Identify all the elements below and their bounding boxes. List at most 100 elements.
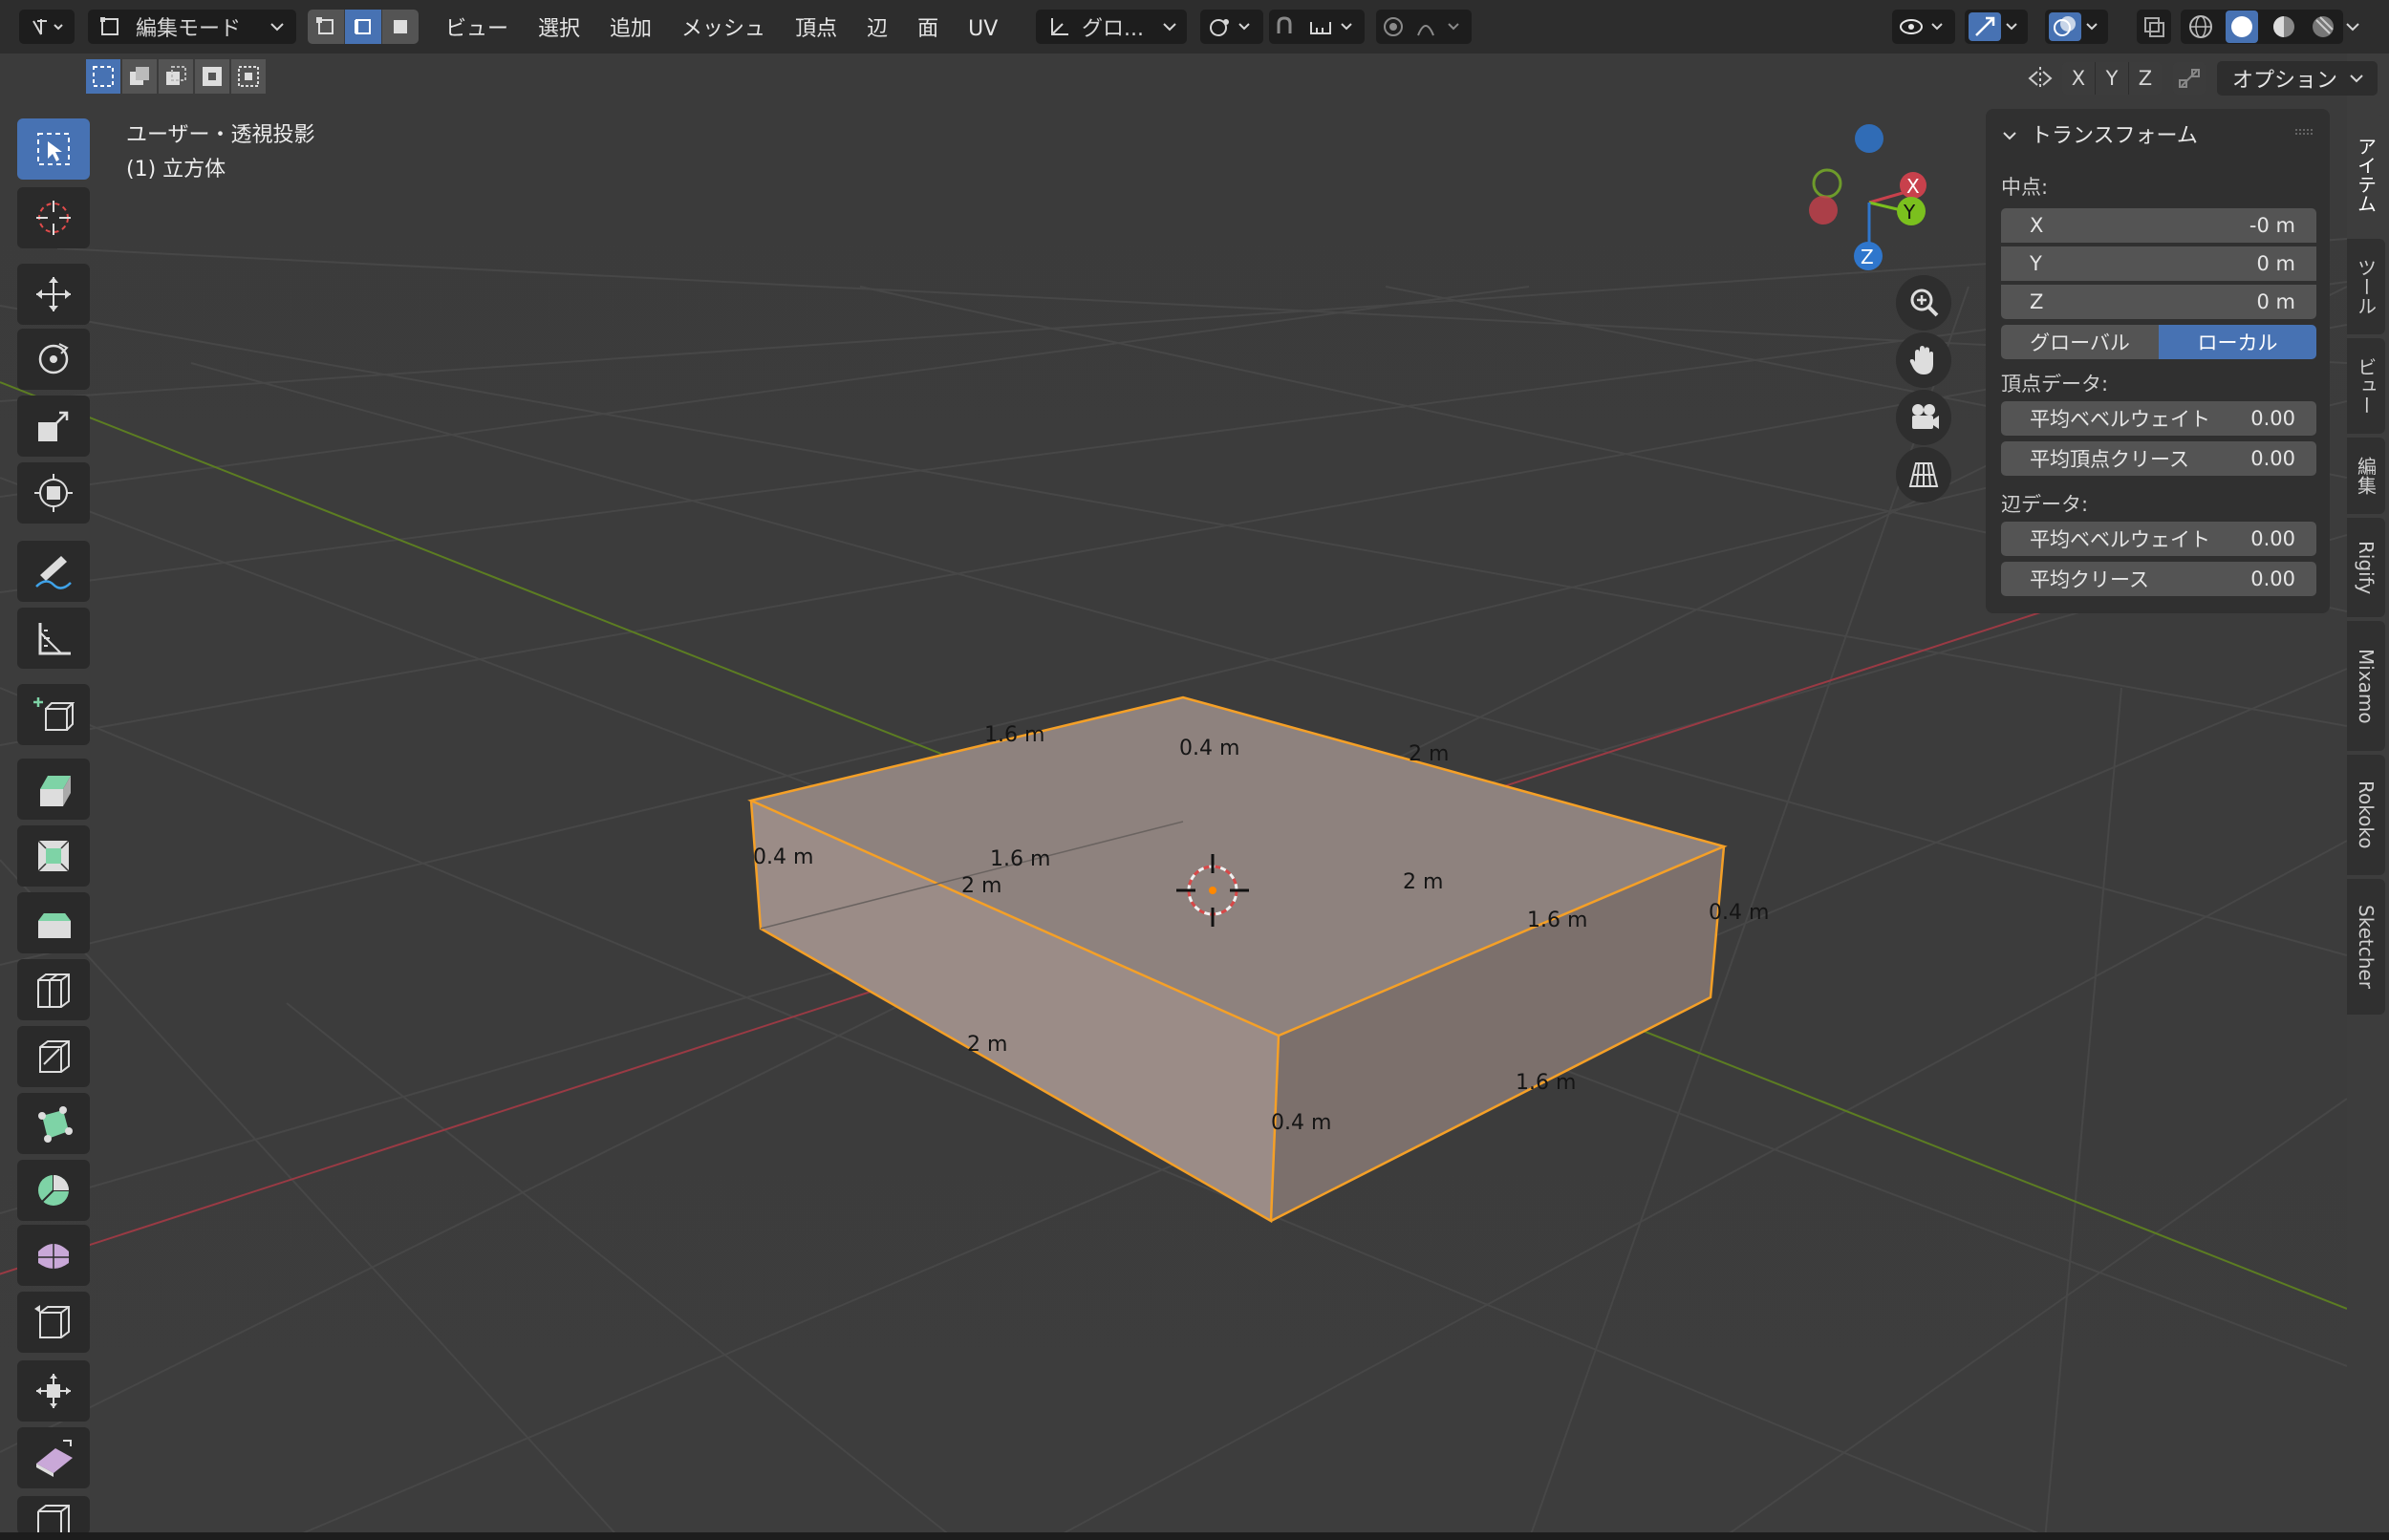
face-select-button[interactable] bbox=[382, 10, 419, 44]
menu-uv[interactable]: UV bbox=[968, 17, 998, 41]
bevel-tool[interactable] bbox=[17, 892, 90, 953]
snap-group[interactable] bbox=[1269, 10, 1365, 44]
scale-tool[interactable] bbox=[17, 396, 90, 457]
edge-select-button[interactable] bbox=[345, 10, 382, 44]
edge-slide-tool[interactable] bbox=[17, 1292, 90, 1353]
smooth-tool[interactable] bbox=[17, 1225, 90, 1286]
xray-toggle[interactable] bbox=[2137, 10, 2171, 44]
rip-tool[interactable] bbox=[17, 1496, 90, 1534]
edge-crease-field[interactable]: 平均クリース 0.00 bbox=[2001, 562, 2316, 596]
editor-type-icon bbox=[32, 19, 63, 35]
transform-panel-header[interactable]: トランスフォーム bbox=[2001, 118, 2198, 149]
status-strip bbox=[0, 1532, 2389, 1540]
transform-tool[interactable] bbox=[17, 462, 90, 524]
select-extend-button[interactable] bbox=[122, 59, 157, 94]
rendered-shading-icon[interactable] bbox=[2309, 12, 2337, 41]
menu-view[interactable]: ビュー bbox=[445, 17, 508, 41]
rotate-tool[interactable] bbox=[17, 329, 90, 390]
options-label: オプション bbox=[2232, 69, 2338, 93]
gizmo-neg-z[interactable] bbox=[1855, 124, 1883, 153]
vertex-select-icon bbox=[316, 17, 334, 34]
measure-tool[interactable] bbox=[17, 608, 90, 669]
editor-type-button[interactable] bbox=[19, 10, 75, 44]
menu-select[interactable]: 選択 bbox=[538, 17, 580, 41]
loop-cut-tool[interactable] bbox=[17, 959, 90, 1020]
proportional-edit-group[interactable] bbox=[1376, 10, 1472, 44]
add-cube-tool[interactable] bbox=[17, 684, 90, 745]
annotate-tool[interactable] bbox=[17, 541, 90, 602]
gizmo-neg-x[interactable] bbox=[1809, 196, 1838, 225]
box-select-mode-group bbox=[86, 59, 268, 94]
local-button[interactable]: ローカル bbox=[2159, 325, 2316, 359]
vertex-bevel-weight-field[interactable]: 平均ベベルウェイト 0.00 bbox=[2001, 401, 2316, 436]
select-subtract-button[interactable] bbox=[159, 59, 193, 94]
shrink-fatten-tool[interactable] bbox=[17, 1360, 90, 1422]
mirror-icon bbox=[2028, 67, 2053, 90]
chevron-down-icon bbox=[1163, 23, 1176, 32]
bevel-icon bbox=[38, 913, 71, 938]
edge-length-label: 2 m bbox=[1403, 870, 1443, 894]
pivot-point-dropdown[interactable] bbox=[1200, 10, 1263, 44]
menu-vertex[interactable]: 頂点 bbox=[795, 17, 837, 41]
tab-rokoko[interactable]: Rokoko bbox=[2347, 755, 2385, 875]
tab-item[interactable]: アイテム bbox=[2347, 115, 2385, 235]
gizmo-y-label: Y bbox=[1903, 201, 1916, 224]
wireframe-shading-icon[interactable] bbox=[2186, 12, 2215, 41]
tab-edit[interactable]: 編集 bbox=[2347, 438, 2385, 514]
mirror-z-toggle[interactable]: Z bbox=[2128, 62, 2162, 95]
tab-rigify[interactable]: Rigify bbox=[2347, 518, 2385, 617]
edge-length-label: 1.6 m bbox=[1516, 1071, 1576, 1095]
move-tool[interactable] bbox=[17, 264, 90, 325]
gizmo-toggle[interactable] bbox=[1965, 10, 2028, 44]
chevron-down-icon[interactable] bbox=[2343, 17, 2362, 36]
mirror-x-toggle[interactable]: X bbox=[2062, 62, 2095, 95]
select-new-button[interactable] bbox=[86, 59, 120, 94]
select-intersect-button[interactable] bbox=[231, 59, 266, 94]
tab-view[interactable]: ビュー bbox=[2347, 338, 2385, 434]
overlay-toggle[interactable] bbox=[2045, 10, 2108, 44]
median-z-field[interactable]: Z 0 m bbox=[2001, 285, 2316, 319]
menu-face[interactable]: 面 bbox=[917, 17, 938, 41]
menu-mesh[interactable]: メッシュ bbox=[681, 17, 765, 41]
topology-mirror-toggle[interactable] bbox=[2173, 62, 2206, 95]
median-z-label: Z bbox=[2030, 290, 2044, 313]
mirror-y-toggle[interactable]: Y bbox=[2095, 62, 2128, 95]
view-name: ユーザー・透視投影 bbox=[126, 123, 315, 147]
inset-tool[interactable] bbox=[17, 825, 90, 887]
vertex-select-button[interactable] bbox=[308, 10, 345, 44]
median-label: 中点: bbox=[2001, 176, 2049, 199]
shear-tool[interactable] bbox=[17, 1427, 90, 1488]
menu-add[interactable]: 追加 bbox=[610, 17, 652, 41]
transform-orientation-dropdown[interactable]: グロ... bbox=[1036, 10, 1187, 44]
global-button[interactable]: グローバル bbox=[2001, 325, 2159, 359]
vertex-crease-field[interactable]: 平均頂点クリース 0.00 bbox=[2001, 441, 2316, 476]
tab-mixamo[interactable]: Mixamo bbox=[2347, 621, 2385, 751]
poly-build-tool[interactable] bbox=[17, 1093, 90, 1154]
spin-tool[interactable] bbox=[17, 1160, 90, 1221]
pan-button[interactable] bbox=[1896, 332, 1951, 388]
select-box-tool[interactable] bbox=[17, 118, 90, 180]
camera-view-button[interactable] bbox=[1896, 390, 1951, 445]
knife-tool[interactable] bbox=[17, 1026, 90, 1087]
tab-sketcher[interactable]: Sketcher bbox=[2347, 879, 2385, 1015]
proportional-edit-icon bbox=[1384, 17, 1459, 36]
perspective-toggle-button[interactable] bbox=[1896, 447, 1951, 503]
options-dropdown[interactable]: オプション bbox=[2217, 61, 2378, 96]
zoom-button[interactable] bbox=[1896, 275, 1951, 331]
solid-shading-icon[interactable] bbox=[2226, 11, 2259, 43]
cursor-tool[interactable] bbox=[17, 187, 90, 248]
visibility-dropdown[interactable] bbox=[1892, 10, 1955, 44]
median-x-field[interactable]: X -0 m bbox=[2001, 208, 2316, 243]
drag-handle-icon[interactable] bbox=[2293, 126, 2316, 138]
menu-edge[interactable]: 辺 bbox=[867, 17, 888, 41]
select-invert-button[interactable] bbox=[195, 59, 229, 94]
median-y-field[interactable]: Y 0 m bbox=[2001, 246, 2316, 281]
chevron-down-icon bbox=[270, 23, 284, 32]
tab-tool[interactable]: ツール bbox=[2347, 239, 2385, 334]
median-y-value: 0 m bbox=[2256, 252, 2296, 275]
material-shading-icon[interactable] bbox=[2270, 12, 2298, 41]
gizmo-z-label: Z bbox=[1861, 246, 1874, 268]
edge-bevel-weight-field[interactable]: 平均ベベルウェイト 0.00 bbox=[2001, 522, 2316, 556]
extrude-tool[interactable] bbox=[17, 759, 90, 820]
mode-dropdown[interactable]: 編集モード bbox=[88, 10, 296, 44]
